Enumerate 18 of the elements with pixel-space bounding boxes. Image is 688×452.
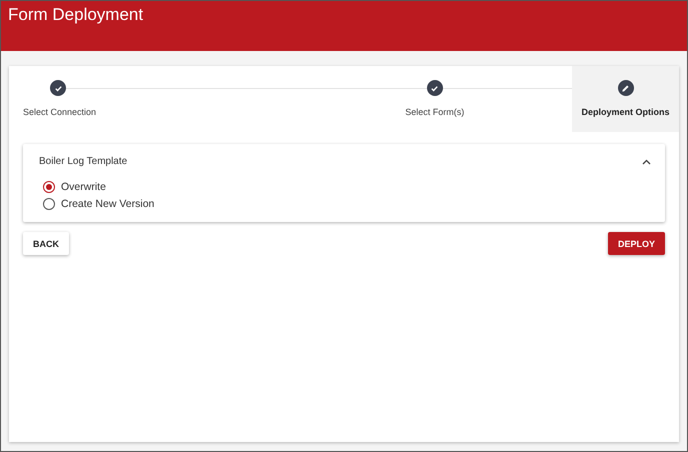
option-label: Overwrite	[61, 181, 106, 193]
step[interactable]: Select Form(s)	[298, 66, 572, 132]
radio-button[interactable]	[43, 198, 55, 210]
step[interactable]: Deployment Options	[572, 66, 679, 132]
step-label: Select Connection	[23, 107, 96, 117]
step-label: Select Form(s)	[405, 107, 464, 117]
option-label: Create New Version	[61, 198, 154, 210]
pencil-icon	[621, 84, 630, 92]
chevron-icon[interactable]	[642, 158, 651, 164]
checkmark-icon	[54, 84, 62, 92]
deploy-button[interactable]: DEPLOY	[608, 232, 665, 255]
step-label: Deployment Options	[581, 107, 670, 117]
panel-title: Boiler Log Template	[39, 156, 128, 167]
checkmark-icon	[430, 84, 440, 92]
step[interactable]: Select Connection	[9, 66, 298, 132]
back-button[interactable]: BACK	[23, 232, 69, 255]
radio-button[interactable]	[43, 181, 55, 193]
window-title: Form Deployment	[8, 5, 144, 24]
